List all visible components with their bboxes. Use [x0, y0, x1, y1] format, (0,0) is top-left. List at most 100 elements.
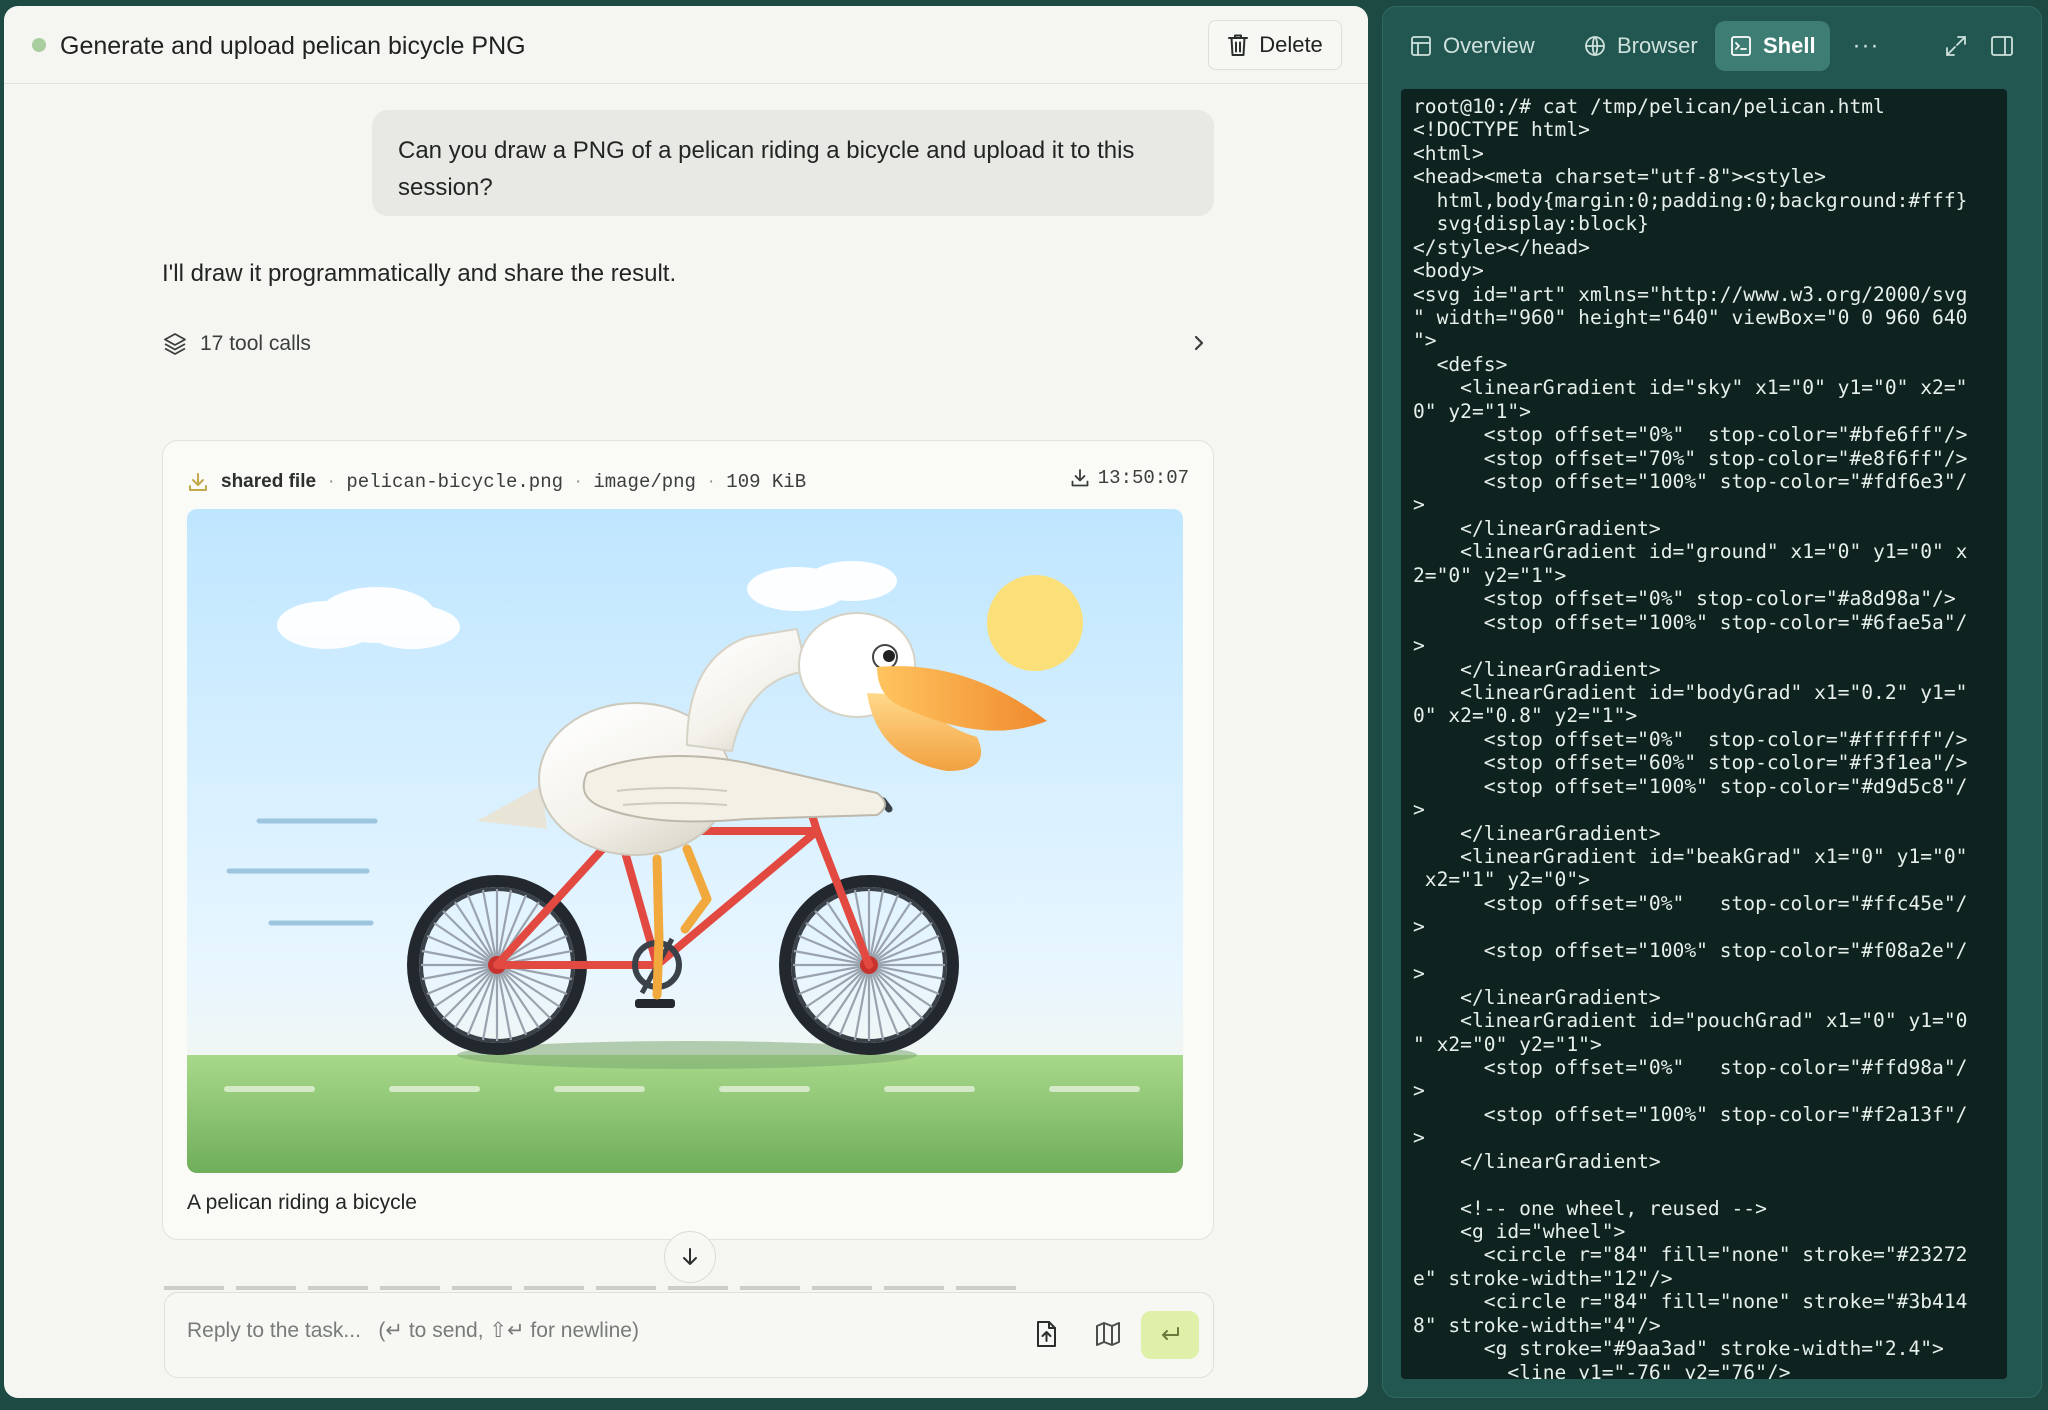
- task-title: Generate and upload pelican bicycle PNG: [60, 32, 526, 60]
- send-button[interactable]: [1141, 1311, 1199, 1359]
- terminal-line: <linearGradient id="pouchGrad" x1="0" y1…: [1413, 1009, 1968, 1033]
- pelican-bicycle-image: [187, 509, 1183, 1173]
- file-kind: shared file: [221, 471, 317, 492]
- terminal-line: <linearGradient id="bodyGrad" x1="0.2" y…: [1413, 680, 1968, 704]
- download-icon: [1071, 469, 1089, 487]
- terminal-line: <svg id="art" xmlns="http://www.w3.org/2…: [1413, 282, 1968, 306]
- enter-icon: [1162, 1327, 1179, 1340]
- terminal-line: <defs>: [1413, 352, 1508, 376]
- terminal-line: >: [1413, 798, 1425, 822]
- shell-panel: Overview Browser Shell ··· root@10:/# ca…: [1382, 6, 2042, 1398]
- user-message: Can you draw a PNG of a pelican riding a…: [372, 110, 1214, 216]
- panel-tabbar: Overview Browser Shell ···: [1383, 7, 2041, 85]
- terminal-line: <linearGradient id="ground" x1="0" y1="0…: [1413, 540, 1968, 564]
- terminal-line: <body>: [1413, 259, 1484, 283]
- layers-icon: [164, 333, 186, 355]
- file-meta: shared file · pelican-bicycle.png · imag…: [187, 467, 1189, 497]
- terminal-line: <stop offset="60%" stop-color="#f3f1ea"/…: [1413, 751, 1968, 775]
- terminal-line: <g stroke="#9aa3ad" stroke-width="2.4">: [1413, 1337, 1944, 1361]
- terminal-line: <stop offset="0%" stop-color="#bfe6ff"/>: [1413, 423, 1968, 447]
- separator: ·: [328, 471, 335, 492]
- expand-icon[interactable]: [1943, 33, 1969, 59]
- terminal-line: </linearGradient>: [1413, 985, 1661, 1009]
- terminal-output[interactable]: root@10:/# cat /tmp/pelican/pelican.html…: [1401, 89, 2007, 1379]
- terminal-line: <g id="wheel">: [1413, 1220, 1626, 1243]
- terminal-line: >: [1413, 915, 1425, 939]
- terminal-line: 2="0" y2="1">: [1413, 563, 1567, 587]
- terminal-line: <stop offset="100%" stop-color="#6fae5a"…: [1413, 610, 1968, 634]
- terminal-line: <!-- one wheel, reused -->: [1413, 1196, 1767, 1220]
- terminal-line: <!DOCTYPE html>: [1413, 118, 1590, 142]
- tab-shell-label: Shell: [1763, 33, 1816, 58]
- terminal-line: >: [1413, 1079, 1425, 1103]
- terminal-line: <linearGradient id="sky" x1="0" y1="0" x…: [1413, 376, 1968, 400]
- terminal-line: <stop offset="0%" stop-color="#a8d98a"/>: [1413, 587, 1956, 611]
- terminal-line: <html>: [1413, 141, 1484, 165]
- delete-label: Delete: [1259, 32, 1323, 57]
- terminal-line: <stop offset="0%" stop-color="#ffd98a"/: [1413, 1055, 1968, 1079]
- terminal-line: <stop offset="0%" stop-color="#ffffff"/>: [1413, 727, 1968, 751]
- layout-icon: [1411, 36, 1431, 56]
- map-icon[interactable]: [1093, 1319, 1123, 1349]
- reply-input[interactable]: [187, 1319, 947, 1343]
- upload-file-icon[interactable]: [1031, 1319, 1061, 1349]
- arrow-down-icon: [683, 1248, 697, 1265]
- download-icon: [189, 473, 207, 491]
- terminal-line: >: [1413, 962, 1425, 986]
- assistant-message: I'll draw it programmatically and share …: [162, 260, 677, 287]
- file-name: pelican-bicycle.png: [346, 471, 564, 493]
- sidebar-toggle-icon[interactable]: [1989, 33, 2015, 59]
- terminal-line: </linearGradient>: [1413, 821, 1661, 845]
- terminal-line: " width="960" height="640" viewBox="0 0 …: [1413, 305, 1968, 329]
- scroll-down-button[interactable]: [664, 1231, 716, 1283]
- terminal-line: </linearGradient>: [1413, 1149, 1661, 1173]
- terminal-line: <stop offset="0%" stop-color="#ffc45e"/: [1413, 891, 1968, 915]
- separator: ·: [575, 471, 582, 492]
- terminal-line: <stop offset="70%" stop-color="#e8f6ff"/…: [1413, 446, 1968, 470]
- terminal-line: </linearGradient>: [1413, 657, 1661, 681]
- terminal-line: <head><meta charset="utf-8"><style>: [1413, 165, 1826, 189]
- terminal-line: >: [1413, 634, 1425, 658]
- image-preview[interactable]: [187, 509, 1183, 1173]
- terminal-line: </style></head>: [1413, 235, 1590, 259]
- terminal-line: 0" y2="1">: [1413, 399, 1531, 423]
- chevron-right-icon[interactable]: [1186, 330, 1212, 356]
- terminal-icon: [1731, 36, 1751, 56]
- terminal-line: html,body{margin:0;padding:0;background:…: [1413, 188, 1968, 212]
- tab-shell[interactable]: Shell: [1715, 21, 1830, 71]
- image-caption: A pelican riding a bicycle: [187, 1191, 417, 1214]
- terminal-line: 0" x2="0.8" y2="1">: [1413, 704, 1638, 728]
- terminal-line: <stop offset="100%" stop-color="#d9d5c8"…: [1413, 774, 1968, 798]
- terminal-line: <stop offset="100%" stop-color="#f2a13f"…: [1413, 1102, 1968, 1126]
- tab-browser[interactable]: Browser: [1569, 21, 1712, 71]
- file-download-time[interactable]: 13:50:07: [1070, 467, 1189, 489]
- terminal-line: >: [1413, 493, 1425, 517]
- tool-calls-toggle[interactable]: 17 tool calls: [162, 324, 1212, 364]
- terminal-line: <stop offset="100%" stop-color="#f08a2e"…: [1413, 938, 1968, 962]
- reply-box: [164, 1292, 1214, 1378]
- truncated-message: [164, 1284, 1024, 1292]
- terminal-line: <circle r="84" fill="none" stroke="#3b41…: [1413, 1290, 1968, 1314]
- tool-calls-label: 17 tool calls: [200, 332, 311, 355]
- terminal-line: " x2="0" y2="1">: [1413, 1032, 1602, 1056]
- tab-overview[interactable]: Overview: [1395, 21, 1549, 71]
- terminal-line: <linearGradient id="beakGrad" x1="0" y1=…: [1413, 845, 1968, 868]
- trash-icon: [1228, 34, 1249, 56]
- tab-browser-label: Browser: [1617, 33, 1698, 58]
- terminal-line: <stop offset="100%" stop-color="#fdf6e3"…: [1413, 470, 1968, 493]
- terminal-line: >: [1413, 1126, 1425, 1150]
- terminal-line: x2="1" y2="0">: [1413, 868, 1590, 892]
- terminal-line: 8" stroke-width="4"/>: [1413, 1313, 1661, 1337]
- separator: ·: [707, 471, 715, 492]
- more-options-button[interactable]: ···: [1843, 21, 1889, 71]
- file-mime: image/png: [593, 471, 696, 493]
- delete-button[interactable]: Delete: [1208, 20, 1342, 70]
- tab-overview-label: Overview: [1443, 33, 1535, 58]
- terminal-line: ">: [1413, 329, 1437, 353]
- chat-panel: Generate and upload pelican bicycle PNG …: [4, 6, 1368, 1398]
- file-size: 109 KiB: [726, 471, 807, 493]
- terminal-line: svg{display:block}: [1413, 212, 1649, 236]
- terminal-line: root@10:/# cat /tmp/pelican/pelican.html: [1413, 95, 1885, 118]
- terminal-line: </linearGradient>: [1413, 516, 1661, 540]
